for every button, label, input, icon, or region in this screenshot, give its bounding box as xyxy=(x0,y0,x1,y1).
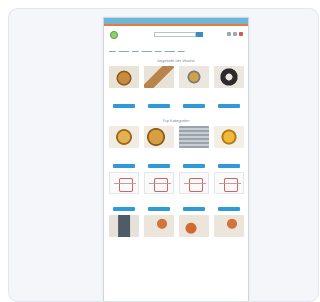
add-to-cart-button[interactable] xyxy=(217,104,240,108)
add-to-cart-button[interactable] xyxy=(182,104,205,108)
product-image[interactable] xyxy=(108,126,139,148)
product-image[interactable] xyxy=(108,172,139,194)
product-image[interactable] xyxy=(213,215,244,237)
product-card[interactable] xyxy=(107,66,140,108)
product-card[interactable] xyxy=(142,126,175,168)
product-title[interactable] xyxy=(213,90,245,100)
product-card[interactable] xyxy=(107,126,140,168)
product-title[interactable] xyxy=(178,150,210,160)
header-icons xyxy=(227,32,243,36)
product-image[interactable] xyxy=(143,66,174,88)
search-button[interactable] xyxy=(196,32,203,37)
product-image[interactable] xyxy=(178,66,209,88)
product-card[interactable] xyxy=(212,126,245,168)
nav-item[interactable]: ▬▬ xyxy=(178,49,185,53)
account-icon[interactable] xyxy=(227,32,231,36)
product-image[interactable] xyxy=(213,66,244,88)
cart-icon[interactable] xyxy=(239,32,243,36)
nav-item[interactable]: ▬▬▬ xyxy=(142,49,152,53)
product-card[interactable] xyxy=(177,172,210,211)
add-to-cart-button[interactable] xyxy=(147,104,170,108)
product-card[interactable] xyxy=(142,66,175,108)
nav-item[interactable]: ▬▬ xyxy=(132,49,139,53)
product-card[interactable] xyxy=(212,66,245,108)
product-image[interactable] xyxy=(143,215,174,237)
section-title-featured: Angebote der Woche xyxy=(157,58,195,63)
add-to-cart-button[interactable] xyxy=(112,207,135,211)
logo-mark-icon xyxy=(110,31,118,39)
product-card[interactable] xyxy=(177,126,210,168)
product-title[interactable] xyxy=(108,239,140,249)
product-image[interactable] xyxy=(178,215,209,237)
product-title[interactable] xyxy=(213,196,245,206)
add-to-cart-button[interactable] xyxy=(147,164,170,168)
product-image[interactable] xyxy=(213,172,244,194)
product-card[interactable] xyxy=(212,172,245,211)
product-image[interactable] xyxy=(178,172,209,194)
product-title[interactable] xyxy=(143,150,175,160)
product-card[interactable] xyxy=(107,172,140,211)
product-title[interactable] xyxy=(213,150,245,160)
nav-item[interactable]: ▬▬ xyxy=(155,49,162,53)
category-row-1 xyxy=(104,126,248,168)
product-title[interactable] xyxy=(143,239,175,249)
add-to-cart-button[interactable] xyxy=(112,104,135,108)
product-image[interactable] xyxy=(178,126,209,148)
site-logo[interactable]: ​ ​ xyxy=(108,30,118,40)
product-title[interactable] xyxy=(108,196,140,206)
search-input[interactable] xyxy=(154,32,196,37)
preview-card: ​ ​ ▬▬ ▬▬▬ ▬▬ ▬▬▬ ▬▬ ▬▬▬ ▬▬ Angebote der… xyxy=(8,8,319,302)
product-title[interactable] xyxy=(178,90,210,100)
product-card[interactable] xyxy=(142,215,175,249)
product-title[interactable] xyxy=(143,196,175,206)
add-to-cart-button[interactable] xyxy=(217,207,240,211)
product-card[interactable] xyxy=(107,215,140,249)
product-card[interactable] xyxy=(142,172,175,211)
category-row-2 xyxy=(104,172,248,211)
site-header: ​ ​ xyxy=(104,26,248,48)
product-title[interactable] xyxy=(178,239,210,249)
product-image[interactable] xyxy=(143,172,174,194)
product-title[interactable] xyxy=(143,90,175,100)
nav-item[interactable]: ▬▬▬ xyxy=(119,49,129,53)
category-row-3 xyxy=(104,215,248,249)
add-to-cart-button[interactable] xyxy=(182,164,205,168)
nav-item[interactable]: ▬▬ xyxy=(109,49,116,53)
add-to-cart-button[interactable] xyxy=(182,207,205,211)
section-title-categories: Top Kategorien xyxy=(162,118,190,123)
wishlist-icon[interactable] xyxy=(233,32,237,36)
product-title[interactable] xyxy=(108,150,140,160)
add-to-cart-button[interactable] xyxy=(147,207,170,211)
add-to-cart-button[interactable] xyxy=(217,164,240,168)
product-image[interactable] xyxy=(143,126,174,148)
webpage-thumbnail[interactable]: ​ ​ ▬▬ ▬▬▬ ▬▬ ▬▬▬ ▬▬ ▬▬▬ ▬▬ Angebote der… xyxy=(103,17,249,301)
product-image[interactable] xyxy=(108,215,139,237)
nav-item[interactable]: ▬▬▬ xyxy=(165,49,175,53)
product-title[interactable] xyxy=(108,90,140,100)
product-title[interactable] xyxy=(178,196,210,206)
product-card[interactable] xyxy=(212,215,245,249)
product-image[interactable] xyxy=(213,126,244,148)
featured-products-row xyxy=(104,66,248,108)
add-to-cart-button[interactable] xyxy=(112,164,135,168)
product-card[interactable] xyxy=(177,215,210,249)
main-nav: ▬▬ ▬▬▬ ▬▬ ▬▬▬ ▬▬ ▬▬▬ ▬▬ xyxy=(109,48,243,54)
product-card[interactable] xyxy=(177,66,210,108)
product-title[interactable] xyxy=(213,239,245,249)
product-image[interactable] xyxy=(108,66,139,88)
